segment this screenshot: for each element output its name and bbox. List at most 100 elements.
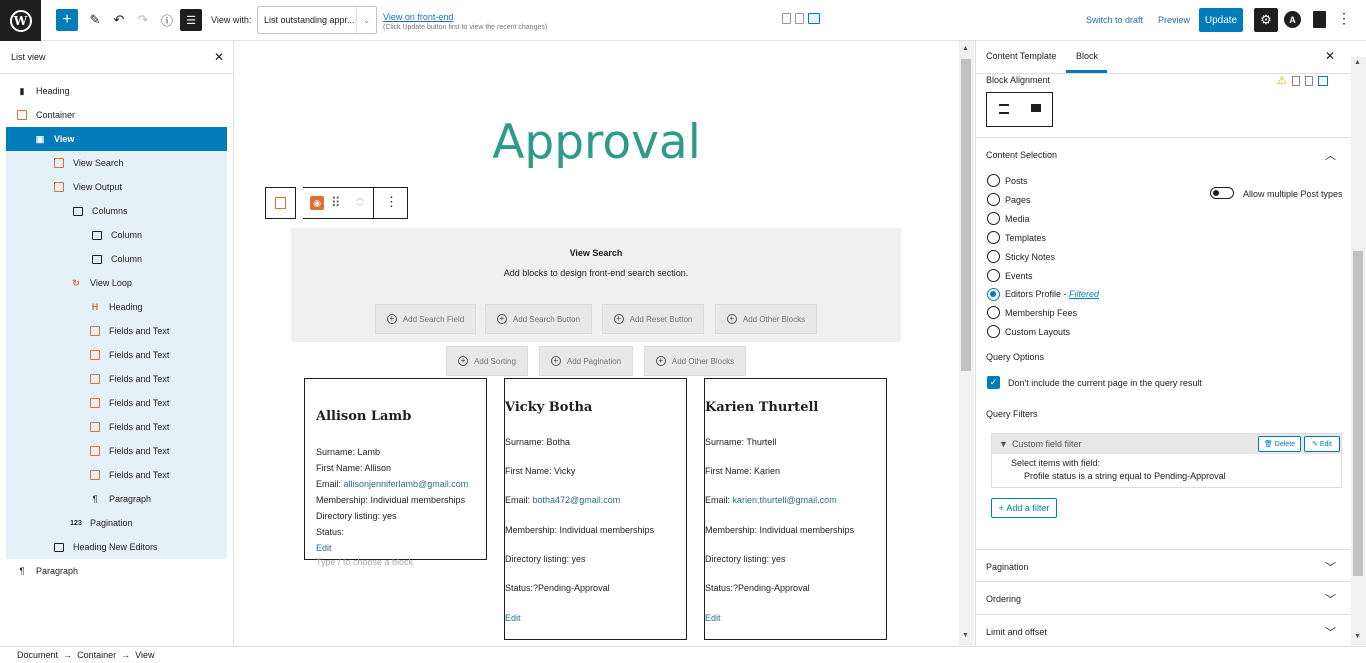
radio-templates[interactable] [987,231,1000,244]
desktop-icon[interactable] [1317,75,1328,86]
breadcrumb-document[interactable]: Document [17,650,58,660]
add-search-button-button[interactable]: + Add Search Button [485,304,592,334]
profile-card[interactable]: Karien Thurtell Surname: Thurtell First … [704,378,887,640]
radio-custom-layouts[interactable] [987,325,1000,338]
redo-icon[interactable]: ↷ [132,9,154,31]
block-options-icon[interactable]: ⋮ [385,194,398,210]
radio-editors-profile[interactable] [987,288,1000,301]
list-item-column[interactable]: Column [90,223,142,247]
close-icon[interactable]: ✕ [214,50,224,64]
allow-multiple-toggle[interactable] [1210,187,1234,199]
card-email-link[interactable]: allisonjenniferlamb@gmail.com [344,479,469,489]
scrollbar-thumb[interactable] [1353,251,1363,576]
add-other-blocks-button[interactable]: + Add Other Blocks [644,346,746,376]
tab-block[interactable]: Block [1076,51,1098,61]
list-item-container[interactable]: Container [15,103,75,127]
list-item-fields-and-text[interactable]: Fields and Text [88,319,169,343]
add-filter-button[interactable]: + Add a filter [991,498,1057,518]
wordpress-logo-icon[interactable]: W [0,0,41,41]
undo-icon[interactable]: ↶ [108,9,130,31]
list-item-paragraph[interactable]: ¶ Paragraph [15,559,78,583]
list-item-fields-and-text[interactable]: Fields and Text [88,463,169,487]
tab-content-template[interactable]: Content Template [986,51,1056,61]
sidebar-scrollbar[interactable]: ▲ ▼ [1351,57,1366,646]
list-item-pagination[interactable]: 123 Pagination [69,511,132,535]
content-selection-title[interactable]: Content Selection [986,150,1057,160]
edit-filter-button[interactable]: ✎ Edit [1304,436,1340,452]
tools-pencil-icon[interactable]: ✎ [84,9,106,31]
list-item-fields-and-text[interactable]: Fields and Text [88,391,169,415]
add-reset-button-button[interactable]: + Add Reset Button [602,304,704,334]
list-item-column[interactable]: Column [90,247,142,271]
list-item-columns[interactable]: Columns [71,199,128,223]
radio-media[interactable] [987,212,1000,225]
radio-membership-fees[interactable] [987,306,1000,319]
radio-events[interactable] [987,269,1000,282]
chevron-down-icon[interactable]: ﹀ [1325,559,1336,575]
scroll-up-icon[interactable]: ▲ [1354,59,1361,66]
preview-button[interactable]: Preview [1158,15,1190,25]
drag-handle-icon[interactable]: ⠿ [331,195,341,211]
card-edit-link[interactable]: Edit [705,613,721,623]
canvas-scrollbar[interactable]: ▲ ▼ [959,41,974,646]
profile-card[interactable]: Vicky Botha Surname: Botha First Name: V… [504,378,687,640]
ordering-panel[interactable]: Ordering [986,594,1021,604]
filtered-link[interactable]: Filtered [1069,289,1099,299]
block-appender-hint[interactable]: Type / to choose a block [316,557,413,567]
list-item-paragraph[interactable]: ¶ Paragraph [88,487,151,511]
list-item-fields-and-text[interactable]: Fields and Text [88,439,169,463]
card-email-link[interactable]: botha472@gmail.com [533,495,621,505]
list-item-fields-and-text[interactable]: Fields and Text [88,343,169,367]
breadcrumb-view[interactable]: View [135,650,154,660]
card-email-link[interactable]: karien.thurtell@gmail.com [733,495,837,505]
more-options-icon[interactable]: ⋮ [1337,10,1351,27]
list-item-view-search[interactable]: View Search [52,151,123,175]
scroll-down-icon[interactable]: ▼ [962,632,969,639]
tablet-icon[interactable] [1304,75,1313,86]
list-item-heading[interactable]: H Heading [88,295,143,319]
list-item-fields-and-text[interactable]: Fields and Text [88,367,169,391]
desktop-icon[interactable] [808,13,820,24]
scroll-down-icon[interactable]: ▼ [1354,633,1361,640]
scroll-up-icon[interactable]: ▲ [962,45,969,52]
list-view-button[interactable]: ☰ [180,9,202,31]
list-item-view[interactable]: ▣ View [6,127,227,151]
info-icon[interactable]: ⓘ [156,9,178,31]
update-button[interactable]: Update [1199,8,1243,32]
card-edit-link[interactable]: Edit [316,543,332,553]
limit-offset-panel[interactable]: Limit and offset [986,627,1047,637]
breadcrumb-container[interactable]: Container [77,650,116,660]
chevron-down-icon[interactable]: ﹀ [1325,591,1336,607]
mobile-icon[interactable] [1291,75,1300,86]
tablet-icon[interactable] [795,13,804,24]
close-icon[interactable]: ✕ [1325,49,1335,63]
chevron-up-icon[interactable]: ︿ [1325,147,1336,163]
scrollbar-thumb[interactable] [961,59,971,371]
settings-gear-icon[interactable]: ⚙ [1254,8,1278,32]
chevron-down-icon[interactable]: ﹀ [1325,624,1336,640]
add-sorting-button[interactable]: + Add Sorting [446,346,528,376]
delete-filter-button[interactable]: 🗑 Delete [1258,436,1301,452]
view-block-icon[interactable]: ◉ [310,196,324,210]
list-item-view-loop[interactable]: ↻ View Loop [69,271,132,295]
list-item-heading[interactable]: ▮ Heading [15,79,70,103]
add-pagination-button[interactable]: + Add Pagination [539,346,633,376]
view-on-front-end-link[interactable]: View on front-end [383,12,453,22]
add-search-field-button[interactable]: + Add Search Field [375,304,476,334]
dont-include-checkbox[interactable]: ✓ [987,376,1000,389]
align-none-icon[interactable] [999,104,1009,114]
page-title[interactable]: Approval [234,115,959,170]
view-with-select[interactable]: List outstanding appr... ⌄ [257,6,377,34]
list-item-fields-and-text[interactable]: Fields and Text [88,415,169,439]
radio-posts[interactable] [987,174,1000,187]
radio-sticky-notes[interactable] [987,250,1000,263]
radio-pages[interactable] [987,193,1000,206]
pagination-panel[interactable]: Pagination [986,562,1029,572]
add-other-blocks-button[interactable]: + Add Other Blocks [715,304,817,334]
align-wide-icon[interactable] [1031,104,1041,112]
mobile-icon[interactable] [782,13,791,24]
add-block-button[interactable]: + [56,9,78,31]
plugin-a-icon[interactable]: A [1284,11,1301,28]
move-up-down-icon[interactable]: ︿ ﹀ [350,189,370,217]
switch-to-draft-button[interactable]: Switch to draft [1086,15,1143,25]
